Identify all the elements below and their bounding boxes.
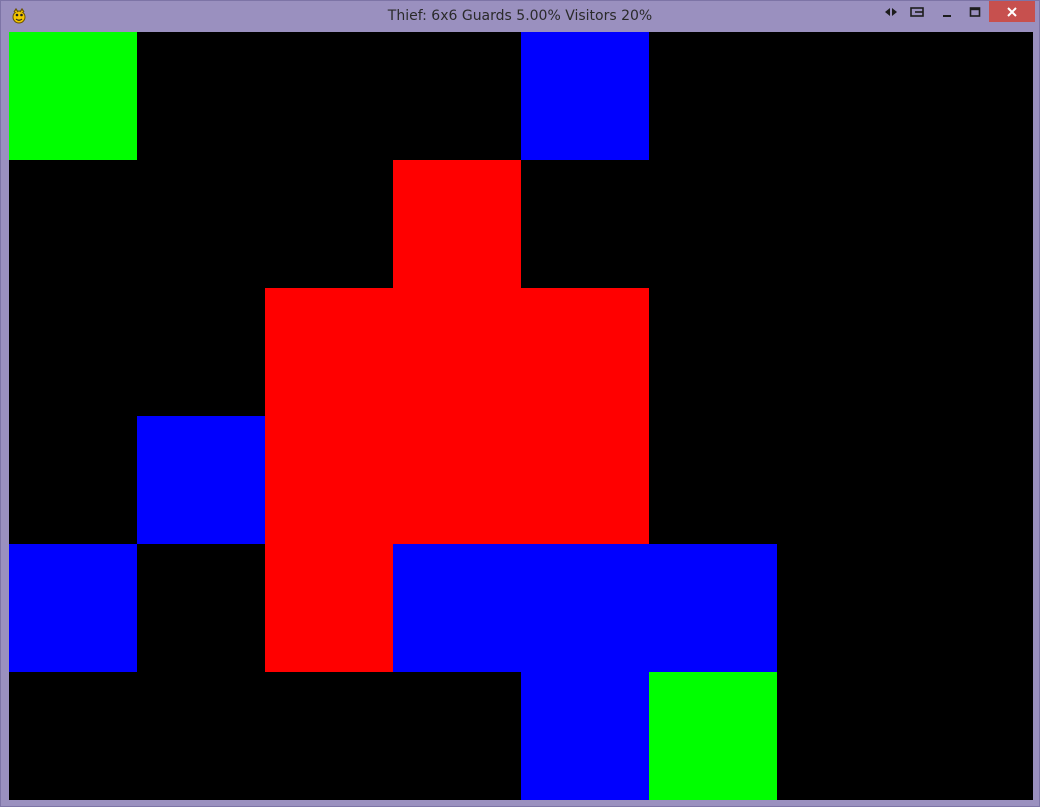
tile-blue: [137, 416, 265, 544]
tile-blue: [521, 672, 649, 800]
tile-blue: [521, 544, 649, 672]
minimize-button[interactable]: [937, 1, 957, 23]
tile-green: [9, 32, 137, 160]
tile-blue: [521, 32, 649, 160]
maximize-button[interactable]: [964, 1, 986, 23]
tile-red: [393, 288, 521, 416]
title-bar[interactable]: Thief: 6x6 Guards 5.00% Visitors 20%: [1, 1, 1039, 31]
tile-red: [393, 416, 521, 544]
tile-red: [265, 288, 393, 416]
extend-button[interactable]: [881, 1, 901, 23]
extend-icon: [885, 8, 897, 16]
maximize-icon: [969, 7, 981, 17]
tile-blue: [9, 544, 137, 672]
minimize-icon: [943, 15, 951, 17]
tile-red: [393, 160, 521, 288]
tile-red: [265, 416, 393, 544]
tile-red: [521, 416, 649, 544]
snap-button[interactable]: [906, 1, 928, 23]
close-button[interactable]: [989, 1, 1035, 22]
app-window: Thief: 6x6 Guards 5.00% Visitors 20%: [0, 0, 1040, 807]
tile-red: [521, 288, 649, 416]
tile-blue: [649, 544, 777, 672]
tile-green: [649, 672, 777, 800]
snap-icon: [910, 7, 924, 17]
tile-blue: [393, 544, 521, 672]
tile-red: [265, 544, 393, 672]
close-icon: [1007, 6, 1017, 17]
game-grid[interactable]: [9, 32, 1033, 800]
